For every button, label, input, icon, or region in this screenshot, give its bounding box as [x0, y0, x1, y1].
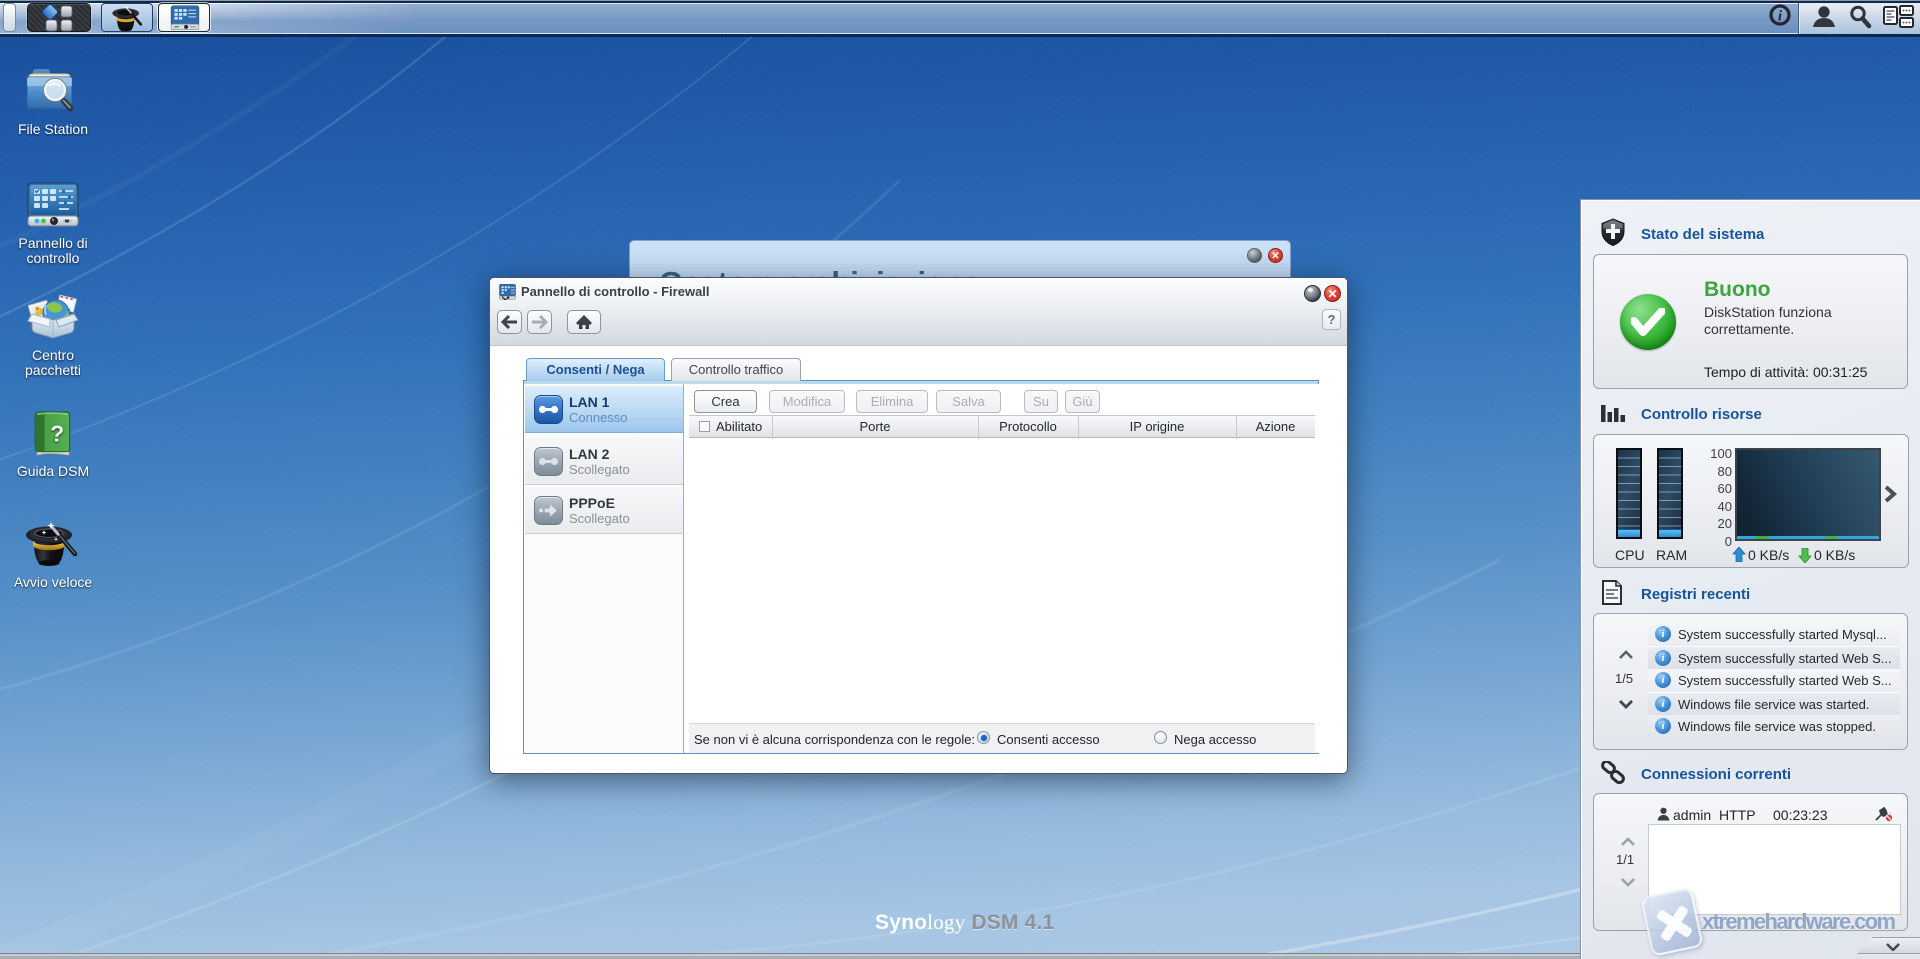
svg-text:?: ? [50, 420, 64, 446]
